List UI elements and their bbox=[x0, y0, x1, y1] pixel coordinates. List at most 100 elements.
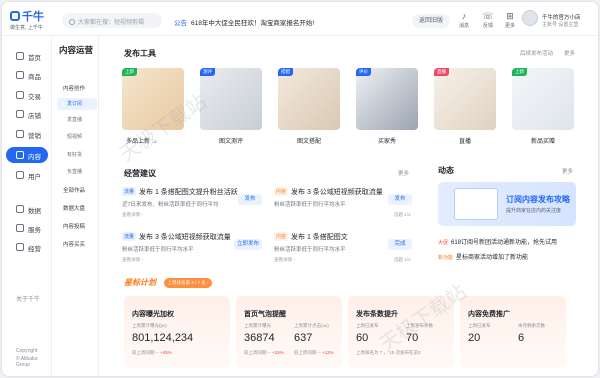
sidebar-item-marketing[interactable]: 营销 bbox=[6, 126, 48, 142]
publish-tool-label: 新品买赠 bbox=[530, 139, 555, 145]
suggestion-detail-link[interactable]: 查看详情 › bbox=[122, 212, 143, 218]
avatar bbox=[522, 10, 538, 26]
sidebar-item-data[interactable]: 数据 bbox=[6, 201, 48, 217]
subnav-item[interactable]: 全部作品 bbox=[57, 186, 97, 194]
sidebar-item-label: 用户 bbox=[28, 174, 41, 181]
metric-value: 637 bbox=[294, 332, 313, 344]
trade-icon bbox=[16, 91, 24, 99]
sidebar-item-service[interactable]: 服务 bbox=[6, 220, 48, 236]
sidebar-item-goods[interactable]: 商品 bbox=[6, 67, 48, 83]
sidebar-item-trade[interactable]: 交易 bbox=[6, 87, 48, 103]
content-icon bbox=[16, 151, 24, 159]
metric-compare: 较上周同期 -- +15% bbox=[244, 350, 284, 356]
news-item[interactable]: 大促 618订阅号新团活动通新功能，抢先试用 bbox=[438, 237, 557, 246]
subnav-item[interactable]: 短视频 bbox=[57, 133, 97, 140]
sidebar-item-label: 店铺 bbox=[28, 113, 41, 120]
news-more-link[interactable]: 更多 bbox=[562, 167, 573, 175]
publish-tool-thumbnail: 测评 bbox=[200, 68, 262, 130]
shop-icon bbox=[16, 110, 24, 118]
company-text: © Alibaba Group bbox=[16, 356, 38, 368]
qianniu-logo[interactable]: 千牛 bbox=[10, 8, 44, 24]
publish-tool-card[interactable]: 评价 买家秀 bbox=[356, 68, 418, 145]
sidebar-item-user[interactable]: 用户 bbox=[6, 167, 48, 183]
tools-activity-link[interactable]: 后续发布活动 bbox=[520, 49, 553, 57]
suggestion-title: 内容 发布 1 条搭配图文 bbox=[274, 232, 348, 242]
star-rank-pill[interactable]: 上周排名第 4 / 7 名 › bbox=[164, 278, 212, 288]
metric-title: 内容曝光加权 bbox=[132, 311, 174, 318]
publish-tool-label: 买家秀 bbox=[377, 139, 396, 145]
user-name: 千牛的官方小店 bbox=[542, 15, 581, 21]
publish-tool-label: 图文测评 bbox=[218, 139, 243, 145]
publish-tool-thumbnail: 直播 bbox=[434, 68, 496, 130]
news-text: 618订阅号新团活动通新功能，抢先试用 bbox=[451, 240, 558, 246]
more-apps-button[interactable]: ⊞ 更多 bbox=[500, 11, 520, 29]
metric-compare-label: 较上周同期 -- bbox=[132, 350, 160, 355]
sidebar-item-label: 商品 bbox=[28, 74, 41, 81]
sidebar-item-label: 交易 bbox=[28, 94, 41, 101]
service-icon bbox=[16, 224, 24, 232]
sidebar-item-content[interactable]: 内容 bbox=[6, 147, 48, 163]
announcement-text: 618年中大促全民狂欢！淘宝商家报名开始! bbox=[191, 20, 315, 27]
star-plan-title: 星标计划 bbox=[124, 278, 156, 287]
suggestion-title-text: 发布 3 条公域短视频获取流量 bbox=[139, 234, 231, 241]
banner-title: 订阅内容发布攻略 bbox=[506, 195, 570, 204]
subnav-item[interactable]: 负直播 bbox=[57, 168, 97, 175]
metric-value: 36874 bbox=[244, 332, 275, 344]
metric-card[interactable]: 首页气泡提醒 上周累计曝光 上周累计点击(uv) 36874 637 较上周同期 -- +… bbox=[236, 296, 342, 368]
suggestion-detail-link[interactable]: 查看详情 › bbox=[274, 257, 295, 263]
suggestion-action-button[interactable]: 发布 bbox=[238, 194, 262, 205]
publish-tool-card[interactable]: 直播 直播 bbox=[434, 68, 496, 145]
suggestion-action-button[interactable]: 发布 bbox=[388, 194, 412, 205]
feedback-button[interactable]: ☏ 反馈 bbox=[478, 11, 498, 29]
sidebar-item-shop[interactable]: 店铺 bbox=[6, 106, 48, 122]
sidebar-item-operation[interactable]: 经营 bbox=[6, 239, 48, 255]
announcement-tag: 公告 bbox=[174, 20, 187, 27]
metric-value: 60 bbox=[356, 332, 369, 344]
suggestion-tag: 流量 bbox=[122, 232, 137, 241]
sidebar-item-label: 首页 bbox=[28, 55, 41, 62]
suggestion-title: 内容 发布 3 条公域短视频获取流量 bbox=[274, 187, 383, 197]
subnav-title: 内容运营 bbox=[59, 45, 94, 55]
subnav-item[interactable]: 发订阅 bbox=[57, 98, 97, 110]
suggestion-desc: 粉丝活跃率低于同行平均水平 bbox=[274, 247, 346, 253]
search-input[interactable]: 大家都在搜：短视频剪辑 bbox=[62, 13, 162, 28]
subnav-item[interactable]: 发直播 bbox=[57, 116, 97, 123]
subnav-item[interactable]: 数据大盘 bbox=[57, 204, 97, 212]
suggestion-action-button[interactable]: 完成 bbox=[388, 239, 412, 250]
subnav-item[interactable]: 内容买买 bbox=[57, 240, 97, 248]
sidebar-item-home[interactable]: 首页 bbox=[6, 48, 48, 64]
publish-tool-card[interactable]: 上新 新品买赠 bbox=[512, 68, 574, 145]
suggestions-more-link[interactable]: 更多 bbox=[398, 169, 409, 177]
publish-tool-label: 图文搭配 bbox=[296, 139, 321, 145]
news-tag: 新功能 bbox=[438, 255, 454, 261]
news-text: 星标商家活动增加了新功能 bbox=[456, 255, 529, 261]
goods-icon bbox=[16, 71, 24, 79]
suggestion-page: 选题 1/3 bbox=[394, 212, 411, 217]
metric-label: 本月剩余次数 bbox=[518, 323, 545, 328]
back-to-old-version-button[interactable]: 返回旧版 bbox=[412, 14, 450, 28]
publish-tool-card[interactable]: 搭配 图文搭配 bbox=[278, 68, 340, 145]
about-link[interactable]: 关于千牛 bbox=[16, 294, 40, 303]
suggestion-detail-link[interactable]: 查看详情 › bbox=[122, 257, 143, 263]
suggestion-title: 流量 发布 3 条公域短视频获取流量 bbox=[122, 232, 231, 242]
subnav-item[interactable]: 内容创作 bbox=[57, 84, 97, 92]
announcement[interactable]: 公告 618年中大促全民狂欢！淘宝商家报名开始! bbox=[174, 17, 314, 27]
news-item[interactable]: 新功能 星标商家活动增加了新功能 bbox=[438, 252, 528, 261]
home-icon bbox=[16, 52, 24, 60]
metric-card[interactable]: 内容免费推广 上周已发布 本月剩余次数 20 6 bbox=[460, 296, 566, 368]
metric-value: 801,124,234 bbox=[132, 332, 194, 344]
metric-card[interactable]: 内容曝光加权 上周累计曝光(pv) 801,124,234 较上周同期 -- +45% bbox=[124, 296, 230, 368]
suggestions-title: 经营建议 bbox=[124, 169, 156, 178]
brand-name: 千牛 bbox=[22, 11, 44, 23]
banner-illustration bbox=[454, 188, 498, 220]
tools-more-link[interactable]: 更多 bbox=[564, 49, 575, 57]
suggestion-action-button[interactable]: 立即发布 bbox=[234, 239, 262, 250]
subnav-item[interactable]: 内容投稿 bbox=[57, 222, 97, 230]
message-button[interactable]: ♪ 消息 bbox=[454, 11, 474, 29]
subscription-guide-banner[interactable]: 订阅内容发布攻略 提升商家在店内的关注度 bbox=[438, 182, 576, 226]
subnav-item[interactable]: 有好货 bbox=[57, 151, 97, 158]
search-icon bbox=[69, 19, 75, 25]
metric-value: 6 bbox=[518, 332, 525, 344]
suggestion-desc: 近7日来发布、粉丝活跃率低于同行平均 bbox=[122, 202, 219, 208]
operation-icon bbox=[16, 243, 24, 251]
